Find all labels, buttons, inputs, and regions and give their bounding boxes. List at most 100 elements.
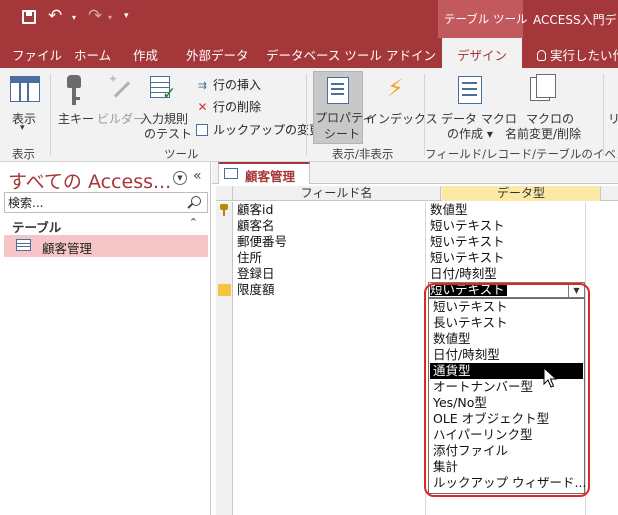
data-type-cell[interactable]: 数値型 xyxy=(430,202,468,218)
nav-menu-dropdown-icon[interactable]: ▼ xyxy=(173,171,187,185)
rename-delete-macro-label-2[interactable]: 名前変更/削除 xyxy=(505,125,581,142)
data-type-cell[interactable]: 短いテキスト xyxy=(430,234,505,250)
column-header-field-name: フィールド名 xyxy=(233,186,441,201)
group-separator xyxy=(603,74,604,156)
group-separator xyxy=(306,74,307,156)
indexes-button[interactable]: インデックス xyxy=(366,110,438,127)
dropdown-option[interactable]: 集計 xyxy=(430,459,583,475)
chevron-down-icon[interactable]: ▼ xyxy=(568,282,585,298)
field-name-cell[interactable]: 顧客id xyxy=(237,202,273,218)
dropdown-option[interactable]: 数値型 xyxy=(430,331,583,347)
save-icon[interactable] xyxy=(20,8,38,26)
dropdown-option[interactable]: 短いテキスト xyxy=(430,299,583,315)
dropdown-option[interactable]: 日付/時刻型 xyxy=(430,347,583,363)
tab-database-tools[interactable]: データベース ツール xyxy=(266,45,382,64)
primary-key-icon[interactable] xyxy=(67,75,81,105)
group-label-views: 表示 xyxy=(12,147,35,161)
table-row-current[interactable]: 限度額 短いテキスト ▼ xyxy=(216,282,618,298)
test-validation-rules-icon[interactable]: ✓ xyxy=(150,76,176,104)
modify-lookups-icon xyxy=(196,124,208,136)
grid-header: フィールド名 データ型 xyxy=(216,186,618,201)
data-type-cell[interactable]: 日付/時刻型 xyxy=(430,266,497,282)
tab-create[interactable]: 作成 xyxy=(133,45,158,64)
chevron-up-icon[interactable]: ⌃ xyxy=(189,216,198,229)
data-type-cell[interactable]: 短いテキスト xyxy=(430,250,505,266)
group-label-events: フィールド/レコード/テーブルのイベント xyxy=(425,147,618,161)
modify-lookups-button[interactable]: ルックアップの変更 xyxy=(196,121,321,138)
tell-me-box[interactable]: 実行したい作 xyxy=(537,45,618,64)
table-row[interactable]: 住所 短いテキスト xyxy=(216,250,618,266)
ribbon-overflow-label[interactable]: リ xyxy=(608,110,618,127)
dropdown-option[interactable]: OLE オブジェクト型 xyxy=(430,411,583,427)
tab-home[interactable]: ホーム xyxy=(74,45,111,64)
search-icon[interactable] xyxy=(191,196,201,206)
data-type-cell[interactable]: 短いテキスト xyxy=(430,218,505,234)
delete-rows-button[interactable]: ✕ 行の削除 xyxy=(196,98,261,115)
property-sheet-button[interactable]: プロパティ シート xyxy=(313,71,374,144)
ribbon: 表示 ▾ 表示 主キー ✦ ビルダー ✓ 入力規則 のテスト ⇉ 行の挿入 ✕ 行の… xyxy=(0,68,618,162)
create-data-macros-label-2[interactable]: の作成 ▾ xyxy=(447,125,493,142)
property-sheet-label-2: シート xyxy=(324,127,361,141)
rename-delete-macro-icon[interactable] xyxy=(530,74,556,104)
data-type-selected-text[interactable]: 短いテキスト xyxy=(430,283,507,296)
tab-file[interactable]: ファイル xyxy=(12,45,62,64)
builder-icon: ✦ xyxy=(108,72,132,102)
tab-external-data[interactable]: 外部データ xyxy=(186,45,249,64)
table-row[interactable]: 顧客id 数値型 xyxy=(216,202,618,218)
nav-group-header-tables[interactable]: テーブル ⌃ xyxy=(4,215,208,235)
table-row[interactable]: 登録日 日付/時刻型 xyxy=(216,266,618,282)
field-name-cell[interactable]: 顧客名 xyxy=(237,218,275,234)
insert-rows-button[interactable]: ⇉ 行の挿入 xyxy=(196,76,261,93)
create-data-macros-icon[interactable] xyxy=(458,76,482,104)
dropdown-option[interactable]: オートナンバー型 xyxy=(430,379,583,395)
dropdown-option[interactable]: 添付ファイル xyxy=(430,443,583,459)
test-rules-label-2[interactable]: のテスト xyxy=(144,125,192,142)
table-tools-context-label: テーブル ツール xyxy=(438,0,527,38)
nav-pane-title[interactable]: すべての Access... xyxy=(8,167,171,194)
group-label-show-hide: 表示/非表示 xyxy=(332,147,394,161)
tab-add-ins[interactable]: アドイン xyxy=(386,45,436,64)
nav-item-label: 顧客管理 xyxy=(42,241,93,256)
search-input[interactable] xyxy=(8,195,186,210)
delete-rows-label: 行の削除 xyxy=(213,100,262,114)
insert-rows-label: 行の挿入 xyxy=(213,78,262,92)
data-type-combo[interactable]: 短いテキスト xyxy=(428,282,585,298)
document-tab-bar: 顧客管理 xyxy=(212,162,618,184)
header-selector[interactable] xyxy=(216,186,233,201)
table-row[interactable]: 郵便番号 短いテキスト xyxy=(216,234,618,250)
field-name-cell[interactable]: 住所 xyxy=(237,250,262,266)
ribbon-tab-row: ファイル ホーム 作成 外部データ データベース ツール アドイン デザイン 実… xyxy=(0,38,618,68)
undo-dropdown-icon[interactable]: ▾ xyxy=(72,13,76,22)
group-label-tools: ツール xyxy=(164,147,199,161)
customize-quick-access-icon[interactable]: ▾ xyxy=(124,11,129,21)
field-name-cell[interactable]: 登録日 xyxy=(237,266,275,282)
document-tab[interactable]: 顧客管理 xyxy=(218,162,310,184)
column-header-data-type: データ型 xyxy=(442,186,601,201)
primary-key-button[interactable]: 主キー xyxy=(58,110,94,127)
dropdown-option[interactable]: 長いテキスト xyxy=(430,315,583,331)
view-dropdown-icon[interactable]: ▾ xyxy=(20,123,25,133)
table-icon xyxy=(224,168,238,179)
search-box[interactable] xyxy=(4,192,208,213)
lightbulb-icon xyxy=(537,50,546,61)
dropdown-option-highlighted[interactable]: 通貨型 xyxy=(430,363,583,379)
field-name-cell[interactable]: 限度額 xyxy=(237,282,275,298)
current-row-indicator xyxy=(218,284,231,296)
table-row[interactable]: 顧客名 短いテキスト xyxy=(216,218,618,234)
dropdown-option[interactable]: Yes/No型 xyxy=(430,395,583,411)
title-bar: ↶ ▾ ↷ ▾ ▾ テーブル ツール ACCESS入門デ xyxy=(0,0,618,38)
dropdown-option[interactable]: ハイパーリンク型 xyxy=(430,427,583,443)
delete-rows-icon: ✕ xyxy=(197,100,208,114)
shutter-bar-close-icon[interactable]: « xyxy=(193,168,202,184)
view-icon[interactable] xyxy=(10,76,40,102)
data-type-dropdown-list: 短いテキスト 長いテキスト 数値型 日付/時刻型 通貨型 オートナンバー型 Ye… xyxy=(428,298,586,494)
nav-item-table[interactable]: 顧客管理 xyxy=(4,235,208,257)
undo-icon[interactable]: ↶ xyxy=(48,6,62,26)
property-sheet-icon xyxy=(327,77,349,104)
tab-design[interactable]: デザイン xyxy=(442,38,522,68)
builder-button: ビルダー xyxy=(97,112,146,126)
insert-rows-icon: ⇉ xyxy=(197,79,208,92)
dropdown-option[interactable]: ルックアップ ウィザード... xyxy=(430,475,586,491)
field-name-cell[interactable]: 郵便番号 xyxy=(237,234,287,250)
indexes-icon[interactable]: ⚡ xyxy=(383,74,407,102)
